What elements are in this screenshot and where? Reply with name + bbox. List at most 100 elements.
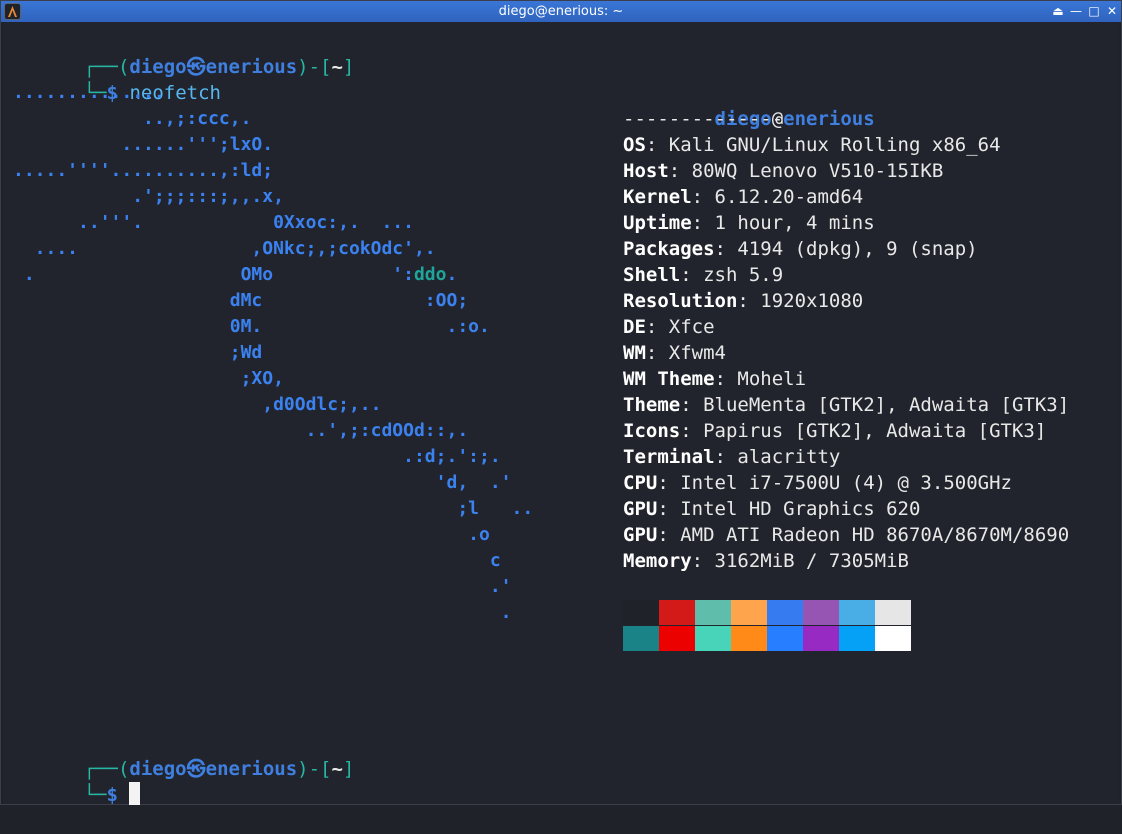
- info-value: Kali GNU/Linux Rolling x86_64: [668, 134, 1001, 156]
- terminal-area[interactable]: ┌──(diego㉿enerious)-[~] └─$ neofetch ...…: [3, 22, 1119, 806]
- ascii-line: .o: [13, 524, 490, 545]
- info-value: Moheli: [737, 368, 807, 390]
- info-row: Resolution: 1920x1080: [623, 290, 864, 312]
- info-value: 1920x1080: [760, 290, 864, 312]
- text-cursor: [129, 782, 141, 805]
- info-row: Memory: 3162MiB / 7305MiB: [623, 550, 909, 572]
- prompt-dir: ~: [331, 758, 343, 780]
- color-swatch: [695, 600, 731, 625]
- ascii-line: .... ,ONkc;,;cokOdc',.: [13, 238, 436, 259]
- info-key: Packages: [623, 238, 715, 260]
- info-value: Papirus [GTK2], Adwaita [GTK3]: [703, 420, 1047, 442]
- info-value: 80WQ Lenovo V510-15IKB: [691, 160, 944, 182]
- command-line-2[interactable]: └─$: [15, 756, 141, 806]
- ascii-line: 'd, .': [13, 472, 512, 493]
- color-swatch: [803, 600, 839, 625]
- color-swatch: [767, 600, 803, 625]
- info-row: Shell: zsh 5.9: [623, 264, 784, 286]
- info-key: Host: [623, 160, 669, 182]
- info-row: Uptime: 1 hour, 4 mins: [623, 212, 875, 234]
- ascii-line: ..............: [13, 82, 165, 103]
- ascii-line: .': [13, 576, 512, 597]
- ascii-line: ;l ..: [13, 498, 534, 519]
- info-key: Memory: [623, 550, 692, 572]
- close-button[interactable]: ✕: [1104, 3, 1120, 20]
- info-divider: --------------: [623, 108, 784, 130]
- info-value: Xfwm4: [668, 342, 726, 364]
- maximize-button[interactable]: □: [1086, 3, 1102, 20]
- ascii-line: .:d;.':;.: [13, 446, 501, 467]
- ascii-line: ......''';lxO.: [13, 134, 274, 155]
- info-row: Packages: 4194 (dpkg), 9 (snap): [623, 238, 978, 260]
- info-key: Theme: [623, 394, 681, 416]
- info-header: diego@enerious: [623, 80, 875, 130]
- info-key: WM: [623, 342, 646, 364]
- info-value: zsh 5.9: [703, 264, 784, 286]
- info-key: CPU: [623, 472, 658, 494]
- info-key: Icons: [623, 420, 681, 442]
- info-value: alacritty: [737, 446, 841, 468]
- minimize-button[interactable]: —: [1068, 3, 1084, 20]
- info-value: Intel HD Graphics 620: [680, 498, 921, 520]
- ascii-line: ,d0Odlc;,..: [13, 394, 382, 415]
- color-swatch: [623, 626, 659, 651]
- info-row: Kernel: 6.12.20-amd64: [623, 186, 864, 208]
- ascii-line: ;XO,: [13, 368, 284, 389]
- ascii-line: ..'''. 0Xxoc:,. ...: [13, 212, 414, 233]
- color-swatch: [767, 626, 803, 651]
- color-swatch: [803, 626, 839, 651]
- prompt-line-2: ┌──(diego㉿enerious)-[~]: [15, 730, 355, 780]
- info-row: Host: 80WQ Lenovo V510-15IKB: [623, 160, 944, 182]
- prompt-symbol: $: [106, 784, 118, 806]
- info-row: GPU: AMD ATI Radeon HD 8670A/8670M/8690: [623, 524, 1070, 546]
- info-key: WM Theme: [623, 368, 715, 390]
- ascii-line: ..,;:ccc,.: [13, 108, 252, 129]
- prompt-host: enerious: [205, 758, 298, 780]
- prompt-mid: )-[: [297, 56, 332, 78]
- title-bar[interactable]: diego@enerious: ~ ⏏ — □ ✕: [1, 1, 1121, 22]
- info-key: Resolution: [623, 290, 738, 312]
- terminal-window: diego@enerious: ~ ⏏ — □ ✕ ┌──(diego㉿ener…: [0, 0, 1122, 806]
- info-row: WM: Xfwm4: [623, 342, 726, 364]
- shade-button[interactable]: ⏏: [1050, 3, 1066, 20]
- ascii-line: . OMo ':ddo.: [13, 264, 458, 285]
- info-key: Kernel: [623, 186, 692, 208]
- color-swatch: [659, 626, 695, 651]
- info-row: OS: Kali GNU/Linux Rolling x86_64: [623, 134, 1001, 156]
- window-title: diego@enerious: ~: [498, 4, 624, 19]
- color-swatch: [695, 626, 731, 651]
- info-value: Xfce: [668, 316, 715, 338]
- info-row: GPU: Intel HD Graphics 620: [623, 498, 921, 520]
- info-value: 3162MiB / 7305MiB: [714, 550, 909, 572]
- prompt-line-1: ┌──(diego㉿enerious)-[~]: [15, 28, 355, 78]
- ascii-line: 0M. .:o.: [13, 316, 490, 337]
- prompt-corner: └─: [83, 784, 107, 806]
- info-key: GPU: [623, 498, 658, 520]
- color-swatch: [731, 600, 767, 625]
- info-key: Uptime: [623, 212, 692, 234]
- info-value: AMD ATI Radeon HD 8670A/8670M/8690: [680, 524, 1070, 546]
- prompt-close: ]: [342, 758, 355, 780]
- info-key: Shell: [623, 264, 681, 286]
- prompt-close: ]: [342, 56, 355, 78]
- color-swatch: [839, 600, 875, 625]
- ascii-line: .';;;:::;,,.x,: [13, 186, 284, 207]
- command-line-1: └─$ neofetch: [15, 54, 221, 104]
- color-swatch: [875, 626, 911, 651]
- info-key: GPU: [623, 524, 658, 546]
- prompt-mid: )-[: [297, 758, 332, 780]
- info-row: WM Theme: Moheli: [623, 368, 807, 390]
- ascii-line: c: [13, 550, 501, 571]
- info-row: Terminal: alacritty: [623, 446, 841, 468]
- info-key: DE: [623, 316, 646, 338]
- info-value: 6.12.20-amd64: [714, 186, 864, 208]
- info-key: Terminal: [623, 446, 715, 468]
- prompt-separator: ㉿: [186, 758, 206, 780]
- color-swatch: [731, 626, 767, 651]
- ascii-line: ;Wd: [13, 342, 263, 363]
- info-row: DE: Xfce: [623, 316, 715, 338]
- ascii-line: .....''''..........,:ld;: [13, 160, 274, 181]
- ascii-line: dMc :OO;: [13, 290, 469, 311]
- info-value: Intel i7-7500U (4) @ 3.500GHz: [680, 472, 1012, 494]
- color-swatch: [659, 600, 695, 625]
